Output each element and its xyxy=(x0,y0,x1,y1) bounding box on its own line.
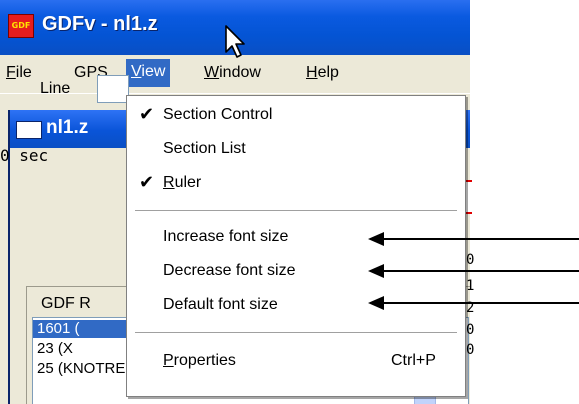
window-title: GDFv - nl1.z xyxy=(42,13,158,35)
menu-help-accel: H xyxy=(306,64,318,81)
mouse-cursor-icon xyxy=(225,25,245,58)
menu-window-rest: indow xyxy=(219,64,261,81)
menu-help-rest: elp xyxy=(317,64,339,81)
child-window-title: nl1.z xyxy=(46,117,89,138)
menu-view-rest: iew xyxy=(141,63,166,80)
list-item[interactable]: 23 (X xyxy=(33,340,73,358)
menu-item-label: Properties xyxy=(163,352,236,370)
list-item[interactable]: 1601 ( xyxy=(33,320,127,338)
menu-item-label: Default font size xyxy=(163,296,278,313)
menu-file-accel: F xyxy=(6,64,16,81)
menu-file-rest: ile xyxy=(15,64,32,81)
gdf-label: GDF R xyxy=(41,295,91,312)
menu-item-section-list[interactable]: Section List xyxy=(127,134,465,166)
menu-window-accel: W xyxy=(204,64,220,81)
ruler-accel: R xyxy=(163,174,175,191)
menu-item-label: Section List xyxy=(163,140,246,157)
menu-item-default-font[interactable]: Default font size xyxy=(127,290,465,322)
document-icon[interactable] xyxy=(16,121,42,139)
check-icon: ✔ xyxy=(139,172,155,193)
menu-item-shortcut: Ctrl+P xyxy=(391,352,436,369)
menu-separator xyxy=(135,210,457,211)
menu-help[interactable]: Help xyxy=(306,64,339,82)
line-label: Line xyxy=(40,80,71,97)
menu-item-label: Ruler xyxy=(163,174,201,192)
menu-item-ruler[interactable]: ✔ Ruler xyxy=(127,168,465,200)
annotation-arrow-icon xyxy=(368,232,384,246)
menu-item-decrease-font[interactable]: Decrease font size xyxy=(127,256,465,288)
menu-view[interactable]: View xyxy=(126,59,171,87)
line-input[interactable] xyxy=(97,75,129,103)
annotation-arrow-icon xyxy=(368,296,384,310)
properties-rest: roperties xyxy=(173,352,236,369)
annotation-arrow-line xyxy=(380,270,579,272)
right-value: 0. xyxy=(466,252,474,268)
menu-file[interactable]: File xyxy=(6,64,32,82)
app-icon[interactable]: GDF xyxy=(8,14,34,38)
menu-item-properties[interactable]: Properties Ctrl+P xyxy=(127,346,465,378)
right-value: 00 xyxy=(466,342,474,358)
menu-view-accel: V xyxy=(131,63,142,80)
menu-item-section-control[interactable]: ✔ Section Control xyxy=(127,100,465,132)
annotation-arrow-icon xyxy=(368,264,384,278)
annotation-arrow-line xyxy=(380,302,579,304)
time-label: 0 sec xyxy=(0,146,49,165)
menu-bar: File GPS View Window Help xyxy=(0,55,470,94)
ruler-rest: uler xyxy=(174,174,202,191)
properties-accel: P xyxy=(163,352,174,369)
menu-item-label: Decrease font size xyxy=(163,262,296,279)
right-value: 00 xyxy=(466,322,474,338)
menu-window[interactable]: Window xyxy=(204,64,261,82)
menu-item-label: Increase font size xyxy=(163,228,289,245)
menu-item-label: Section Control xyxy=(163,106,273,123)
view-dropdown-menu: ✔ Section Control Section List ✔ Ruler I… xyxy=(126,95,466,397)
check-icon: ✔ xyxy=(139,104,155,125)
menu-separator xyxy=(135,332,457,333)
right-value: 16 xyxy=(466,278,474,294)
annotation-arrow-line xyxy=(380,238,579,240)
